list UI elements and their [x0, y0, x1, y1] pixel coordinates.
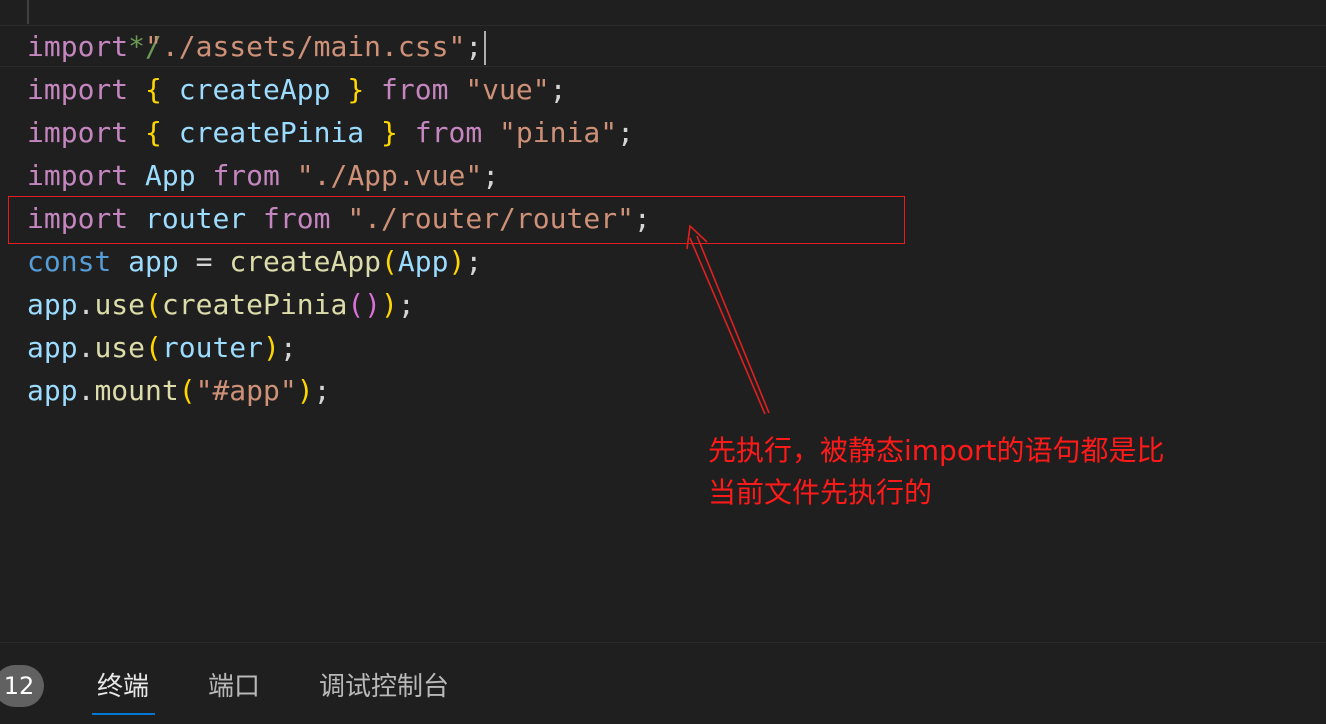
code-token: const — [27, 245, 112, 278]
code-line: app.mount("#app"); — [27, 369, 330, 412]
code-token: import — [27, 116, 129, 149]
code-token: } — [347, 73, 365, 106]
code-line: app.use(createPinia()); — [27, 283, 415, 326]
code-token: createApp — [161, 73, 348, 106]
code-token: router — [161, 331, 264, 364]
tab-debug-console[interactable]: 调试控制台 — [319, 643, 449, 724]
code-token: ( — [145, 331, 162, 364]
tab-ports[interactable]: 端口 — [208, 643, 260, 724]
annotation-line-1: 先执行，被静态import的语句都是比 — [708, 434, 1165, 467]
code-token: ) — [263, 331, 280, 364]
code-token: . — [77, 331, 95, 364]
code-token: import — [27, 73, 129, 106]
code-line: import { createApp } from "vue"; — [27, 68, 566, 111]
code-line: import App from "./App.vue"; — [27, 154, 499, 197]
code-line: import "./assets/main.css"; — [27, 25, 487, 68]
code-token: "vue" — [465, 73, 550, 106]
code-token: from — [414, 116, 483, 149]
vscode-window: */ import "./assets/main.css"; import { c… — [0, 0, 1326, 724]
code-token: { — [145, 73, 162, 106]
code-token: ; — [465, 30, 483, 63]
code-token: ; — [279, 331, 297, 364]
code-token: use — [94, 288, 146, 321]
code-token: ; — [397, 288, 415, 321]
code-token: ; — [482, 159, 500, 192]
code-token: app — [27, 288, 78, 321]
annotation-line-2: 当前文件先执行的 — [708, 476, 933, 509]
code-token: = — [178, 245, 230, 278]
code-token: . — [77, 374, 95, 407]
code-token: "./assets/main.css" — [145, 30, 466, 63]
code-token: ( — [178, 374, 196, 407]
code-token: createApp — [229, 245, 382, 278]
code-token: ; — [465, 245, 483, 278]
code-token: { — [145, 116, 162, 149]
code-token: use — [94, 331, 146, 364]
comment-end-line: */ — [27, 0, 162, 63]
code-token: from — [381, 73, 449, 106]
bottom-panel: 12 终端 端口 调试控制台 — [0, 642, 1326, 724]
code-token: from — [212, 159, 280, 192]
code-token: "pinia" — [499, 116, 618, 149]
arrow-shaft-left — [689, 237, 766, 415]
code-token: ; — [313, 374, 331, 407]
code-token: import — [27, 30, 129, 63]
code-token: ; — [549, 73, 567, 106]
code-line: const app = createApp(App); — [27, 240, 482, 283]
tab-terminal[interactable]: 终端 — [97, 643, 149, 724]
code-token: createPinia — [161, 288, 348, 321]
code-token: () — [347, 288, 382, 321]
code-token: ) — [381, 288, 398, 321]
code-token: ) — [296, 374, 314, 407]
annotation-highlight-box — [8, 196, 905, 244]
code-token: "#app" — [195, 374, 297, 407]
code-token: import — [27, 159, 129, 192]
annotation-text: 先执行，被静态import的语句都是比 当前文件先执行的 — [708, 430, 1228, 514]
code-token: ( — [381, 245, 398, 278]
code-line: app.use(router); — [27, 326, 297, 369]
code-token: "./App.vue" — [296, 159, 483, 192]
code-line: import { createPinia } from "pinia"; — [27, 111, 634, 154]
code-token: . — [77, 288, 95, 321]
code-token: } — [381, 116, 398, 149]
code-token: app — [27, 331, 78, 364]
code-token: App — [145, 159, 196, 192]
code-editor[interactable]: */ import "./assets/main.css"; import { c… — [0, 0, 1326, 642]
code-token: ; — [617, 116, 634, 149]
code-token: App — [397, 245, 449, 278]
code-token: ) — [448, 245, 466, 278]
active-tab-underline — [92, 713, 155, 715]
text-cursor — [484, 31, 487, 65]
code-token: app — [128, 245, 179, 278]
code-token: mount — [94, 374, 179, 407]
code-token: ( — [145, 288, 162, 321]
code-token: createPinia — [161, 116, 382, 149]
code-token: app — [27, 374, 78, 407]
arrow-shaft-right — [696, 235, 770, 414]
problems-count-badge: 12 — [0, 665, 44, 707]
